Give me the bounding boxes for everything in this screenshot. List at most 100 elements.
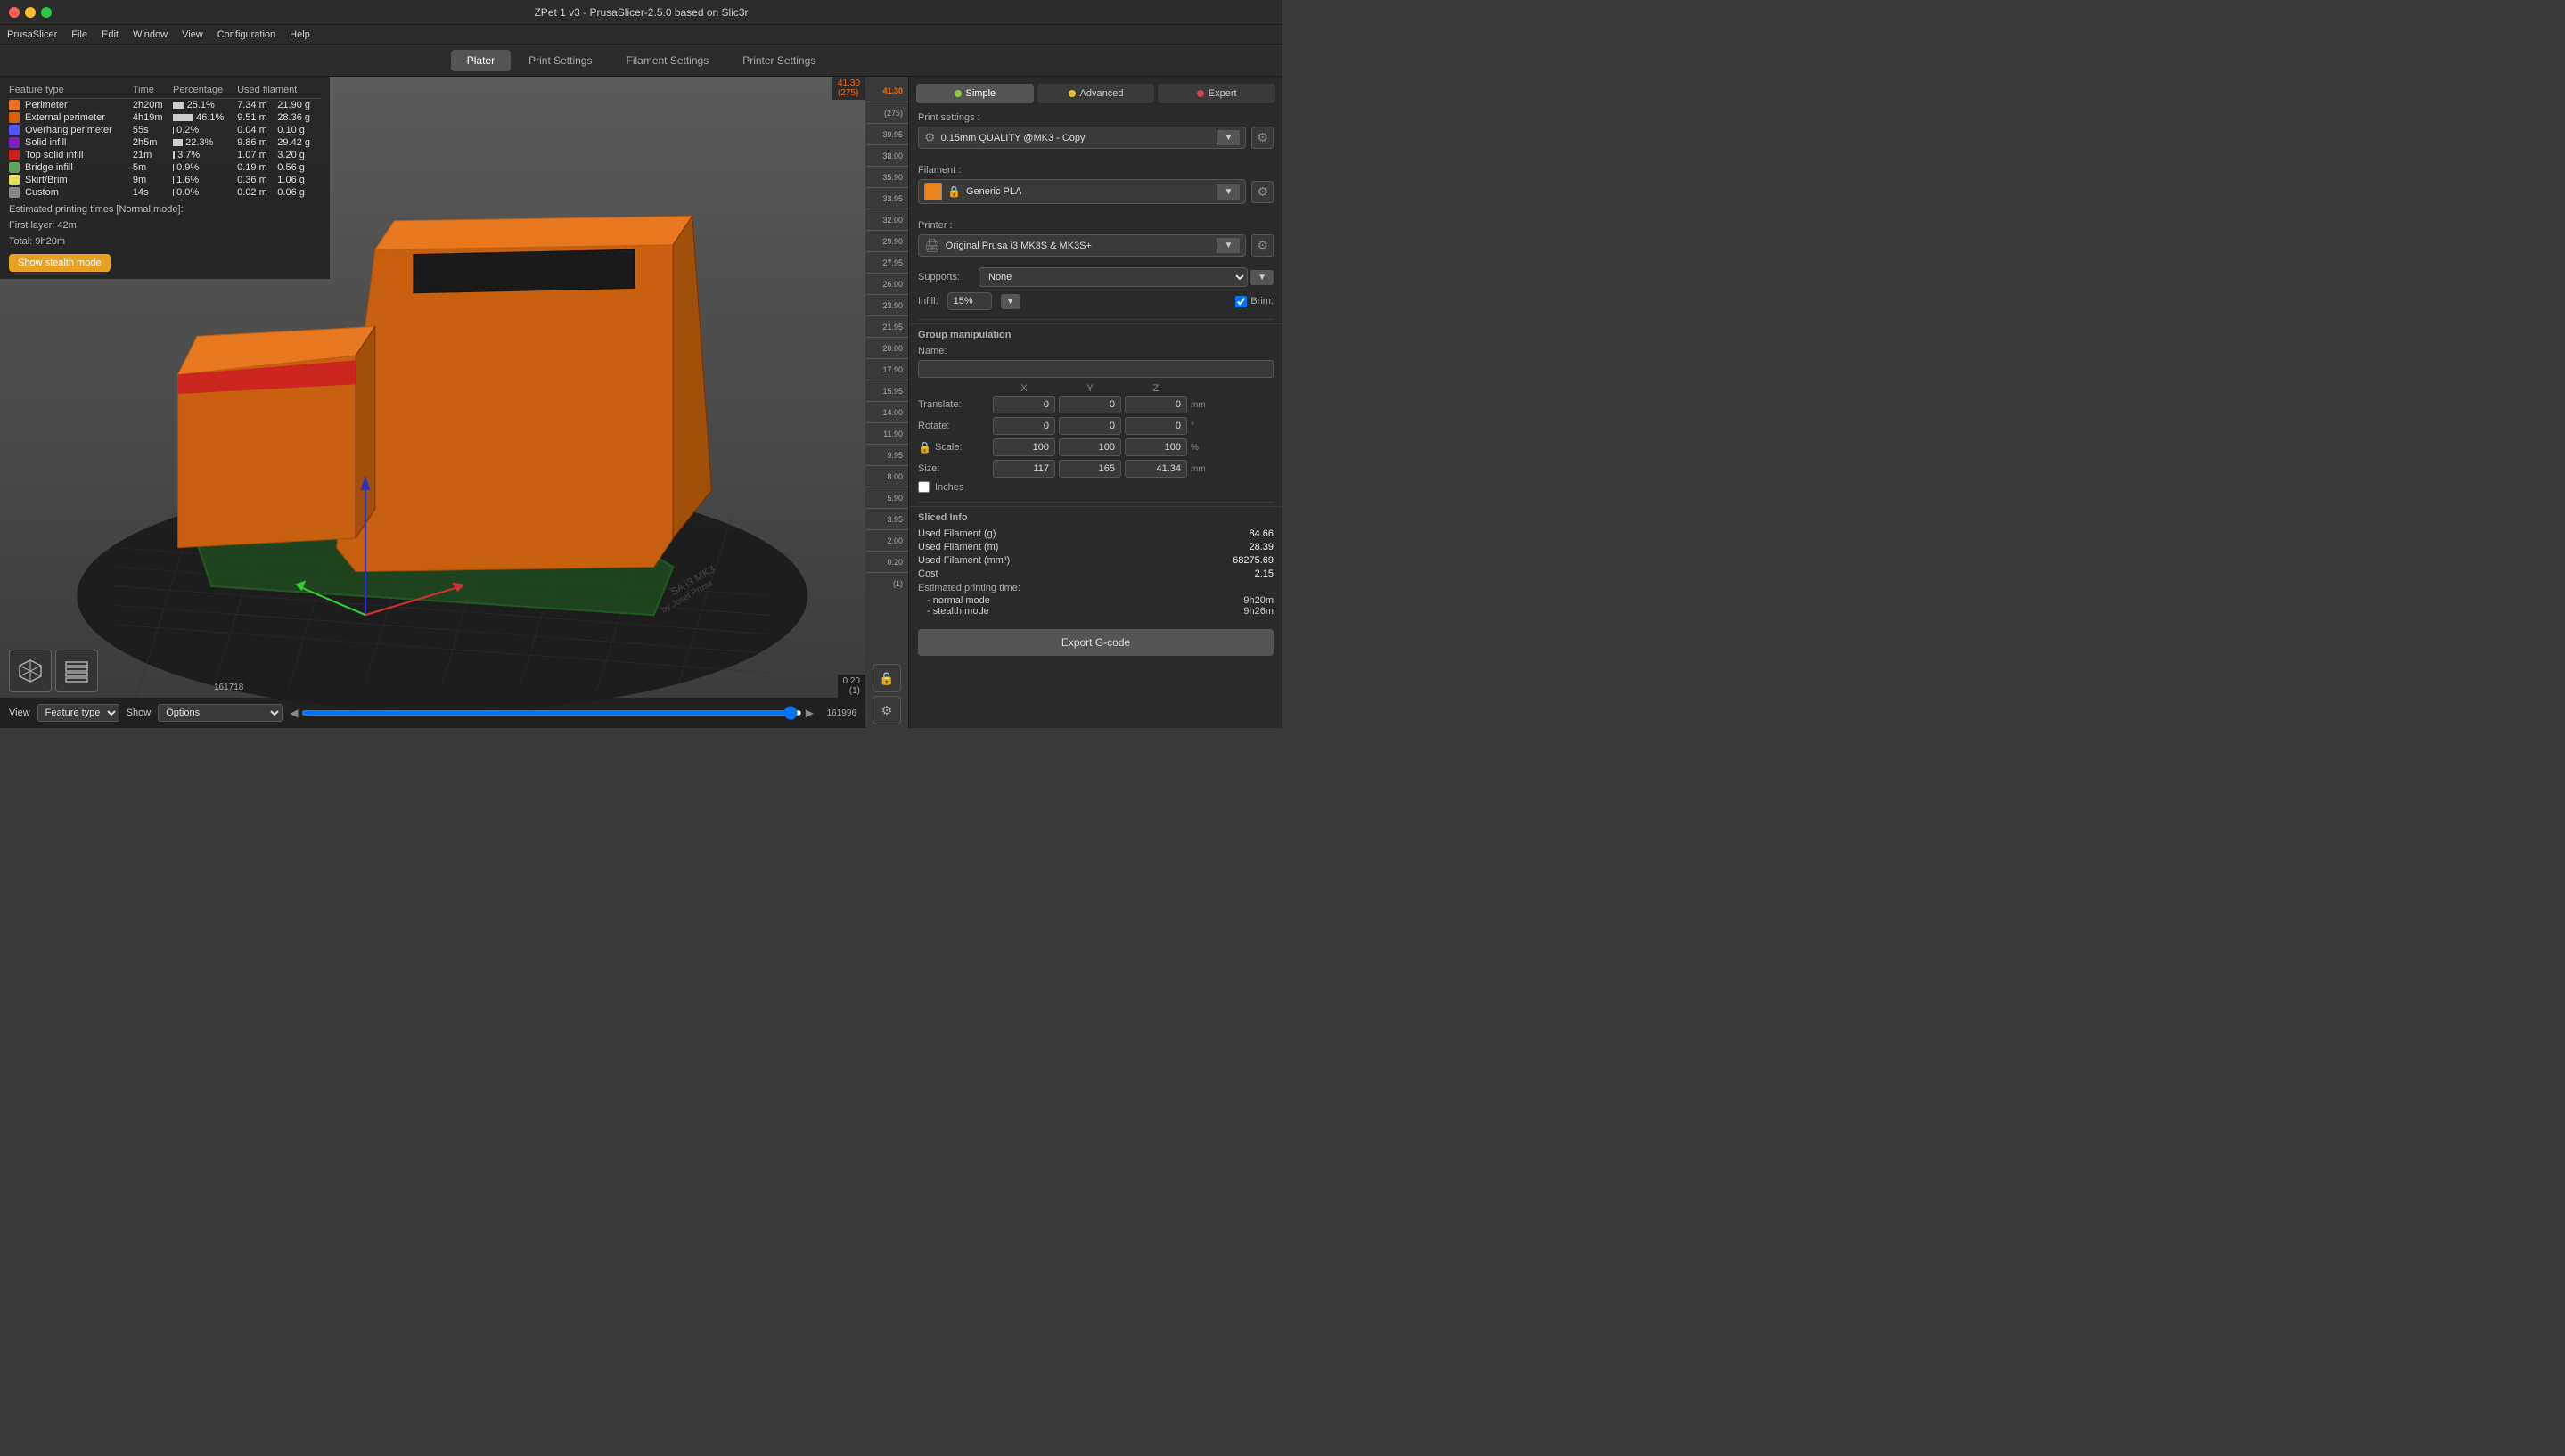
feature-used-m: 0.19 m — [237, 161, 277, 174]
view-3d-button[interactable] — [9, 650, 52, 692]
tab-filament-settings[interactable]: Filament Settings — [610, 50, 725, 71]
expert-mode-button[interactable]: Expert — [1158, 84, 1275, 103]
sliced-cost-value: 2.15 — [1255, 568, 1274, 579]
scale-z[interactable] — [1125, 438, 1187, 456]
translate-unit: mm — [1191, 400, 1226, 410]
name-input[interactable] — [918, 360, 1274, 378]
name-label: Name: — [918, 346, 1274, 356]
translate-x[interactable] — [993, 396, 1055, 413]
mode-buttons: Simple Advanced Expert — [909, 77, 1282, 107]
tab-print-settings[interactable]: Print Settings — [512, 50, 608, 71]
translate-y[interactable] — [1059, 396, 1121, 413]
inches-checkbox[interactable] — [918, 481, 930, 493]
filament-color-swatch[interactable] — [924, 183, 942, 200]
expert-dot — [1197, 90, 1204, 97]
ruler-tick: 0.20 — [865, 551, 908, 572]
close-button[interactable] — [9, 7, 20, 18]
layer-top-value: 41.30 (275) — [832, 77, 865, 100]
scale-y[interactable] — [1059, 438, 1121, 456]
settings-button[interactable]: ⚙ — [873, 696, 901, 724]
menu-file[interactable]: File — [71, 29, 87, 40]
sliced-filament-g-value: 84.66 — [1249, 528, 1274, 539]
advanced-mode-button[interactable]: Advanced — [1037, 84, 1155, 103]
feature-name: Perimeter — [25, 100, 68, 110]
size-x[interactable] — [993, 460, 1055, 478]
show-stealth-button[interactable]: Show stealth mode — [9, 254, 111, 272]
export-gcode-button[interactable]: Export G-code — [918, 629, 1274, 656]
viewport-area[interactable]: Feature type Time Percentage Used filame… — [0, 77, 908, 728]
feature-pct: 25.1% — [173, 99, 237, 112]
slider-arrow-left[interactable]: ◀ — [290, 707, 298, 719]
print-settings-dropdown[interactable]: ▼ — [1217, 130, 1241, 145]
table-row: Custom 14s 0.0% 0.02 m 0.06 g — [9, 186, 321, 199]
ruler-tick: 23.90 — [865, 294, 908, 315]
ruler-tick: 21.95 — [865, 315, 908, 337]
menu-edit[interactable]: Edit — [102, 29, 119, 40]
printer-dropdown[interactable]: ▼ — [1217, 238, 1241, 253]
feature-used-m: 9.51 m — [237, 111, 277, 124]
scale-x[interactable] — [993, 438, 1055, 456]
printer-row: 🖨 Original Prusa i3 MK3S & MK3S+ ▼ ⚙ — [918, 234, 1274, 257]
supports-dropdown[interactable]: ▼ — [1250, 270, 1274, 285]
infill-input[interactable] — [947, 292, 992, 310]
menu-configuration[interactable]: Configuration — [217, 29, 275, 40]
size-y[interactable] — [1059, 460, 1121, 478]
menu-view[interactable]: View — [182, 29, 203, 40]
tab-printer-settings[interactable]: Printer Settings — [726, 50, 832, 71]
menu-window[interactable]: Window — [133, 29, 168, 40]
scale-lock-icon[interactable]: 🔒 — [918, 441, 931, 454]
view-layers-button[interactable] — [55, 650, 98, 692]
supports-row: Supports: None ▼ — [909, 267, 1282, 292]
rotate-x[interactable] — [993, 417, 1055, 435]
layer-slider[interactable] — [301, 710, 801, 716]
feature-used-m: 0.02 m — [237, 186, 277, 199]
supports-select[interactable]: None — [979, 267, 1248, 287]
table-row: Top solid infill 21m 3.7% 1.07 m 3.20 g — [9, 149, 321, 161]
filament-label: Filament : — [918, 165, 1274, 176]
show-select[interactable]: Options — [158, 704, 283, 722]
maximize-button[interactable] — [41, 7, 52, 18]
infill-dropdown[interactable]: ▼ — [1001, 294, 1020, 309]
bottom-right-icons: 🔒 ⚙ — [865, 660, 908, 728]
slider-arrow-right[interactable]: ▶ — [806, 707, 814, 719]
sliced-filament-mm3: Used Filament (mm³) 68275.69 — [918, 555, 1274, 566]
feature-time: 2h5m — [133, 136, 173, 149]
feature-label-cell: External perimeter — [9, 111, 133, 124]
menu-prusaslicer[interactable]: PrusaSlicer — [7, 29, 57, 40]
size-z[interactable] — [1125, 460, 1187, 478]
tab-plater[interactable]: Plater — [451, 50, 511, 71]
minimize-button[interactable] — [25, 7, 36, 18]
feature-label-cell: Custom — [9, 186, 133, 199]
col-pct: Percentage — [173, 84, 237, 99]
ruler-tick: 35.90 — [865, 166, 908, 187]
estimated-time-label: Estimated printing times [Normal mode]: — [9, 204, 321, 215]
group-manipulation-title: Group manipulation — [918, 330, 1274, 340]
simple-mode-button[interactable]: Simple — [916, 84, 1034, 103]
menu-bar: PrusaSlicer File Edit Window View Config… — [0, 25, 1282, 45]
filament-dropdown[interactable]: ▼ — [1217, 184, 1241, 200]
col-used: Used filament — [237, 84, 321, 99]
table-row: Overhang perimeter 55s 0.2% 0.04 m 0.10 … — [9, 124, 321, 136]
ruler-tick: 41.30 — [865, 80, 908, 102]
printer-gear[interactable]: ⚙ — [1251, 234, 1274, 257]
brim-checkbox[interactable] — [1235, 296, 1247, 307]
translate-z[interactable] — [1125, 396, 1187, 413]
rotate-y[interactable] — [1059, 417, 1121, 435]
ruler-tick: 2.00 — [865, 529, 908, 551]
ruler-tick: 32.00 — [865, 209, 908, 230]
table-row: Perimeter 2h20m 25.1% 7.34 m 21.90 g — [9, 99, 321, 112]
view-select[interactable]: Feature type Line type Height — [37, 704, 119, 722]
menu-help[interactable]: Help — [290, 29, 310, 40]
feature-label-cell: Top solid infill — [9, 149, 133, 161]
simple-dot — [955, 90, 962, 97]
filament-gear[interactable]: ⚙ — [1251, 181, 1274, 203]
rotate-z[interactable] — [1125, 417, 1187, 435]
feature-pct: 0.2% — [173, 124, 237, 136]
filament-lock-icon: 🔒 — [947, 185, 961, 198]
feature-used-g: 1.06 g — [277, 174, 321, 186]
rotate-unit: ° — [1191, 421, 1226, 431]
feature-used-g: 0.06 g — [277, 186, 321, 199]
print-settings-value: 0.15mm QUALITY @MK3 - Copy — [941, 133, 1211, 143]
lock-button[interactable]: 🔒 — [873, 664, 901, 692]
print-settings-gear[interactable]: ⚙ — [1251, 127, 1274, 149]
